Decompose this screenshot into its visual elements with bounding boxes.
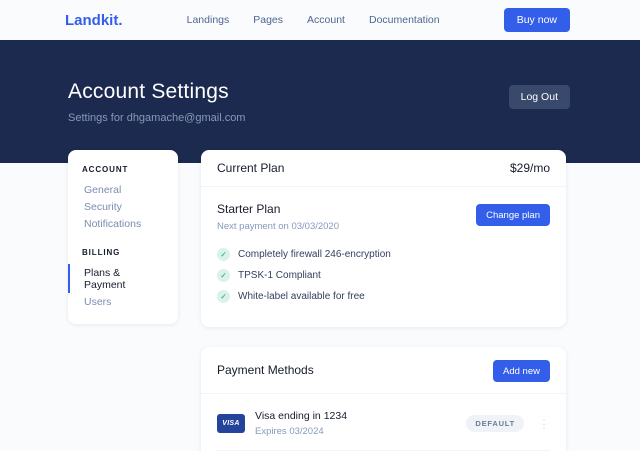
visa-card-icon: VISA <box>217 414 245 433</box>
payment-methods-body: VISA Visa ending in 1234 Expires 03/2024… <box>201 394 566 451</box>
plan-summary-row: Starter Plan Next payment on 03/03/2020 … <box>217 202 550 232</box>
current-plan-header: Current Plan $29/mo <box>201 150 566 186</box>
check-icon <box>217 248 230 261</box>
settings-sidebar: ACCOUNT General Security Notifications B… <box>68 150 178 324</box>
sidebar-item-general[interactable]: General <box>68 181 178 198</box>
payment-method-row-visa: VISA Visa ending in 1234 Expires 03/2024… <box>217 410 550 437</box>
sidebar-item-security[interactable]: Security <box>68 198 178 215</box>
main-nav: Landings Pages Account Documentation <box>187 14 440 26</box>
plan-next-payment: Next payment on 03/03/2020 <box>217 221 339 232</box>
brand-logo[interactable]: Landkit. <box>65 12 123 29</box>
page-title: Account Settings <box>68 80 245 104</box>
logout-button[interactable]: Log Out <box>509 85 570 109</box>
plan-summary-text: Starter Plan Next payment on 03/03/2020 <box>217 202 339 232</box>
current-plan-card: Current Plan $29/mo Starter Plan Next pa… <box>201 150 566 327</box>
payment-methods-card: Payment Methods Add new VISA Visa ending… <box>201 347 566 451</box>
feature-item: TPSK-1 Compliant <box>217 269 550 281</box>
feature-label: Completely firewall 246-encryption <box>238 249 391 260</box>
sidebar-heading-billing: BILLING <box>68 248 178 257</box>
nav-item-landings[interactable]: Landings <box>187 14 230 26</box>
plan-name: Starter Plan <box>217 202 339 216</box>
buy-now-button[interactable]: Buy now <box>504 8 570 32</box>
feature-label: White-label available for free <box>238 291 365 302</box>
page-subtitle: Settings for dhgamache@gmail.com <box>68 112 245 124</box>
nav-item-pages[interactable]: Pages <box>253 14 283 26</box>
more-options-icon[interactable] <box>538 418 550 430</box>
sidebar-item-users[interactable]: Users <box>68 293 178 310</box>
current-plan-title: Current Plan <box>217 161 284 175</box>
add-new-button[interactable]: Add new <box>493 360 550 382</box>
payment-method-expiry: Expires 03/2024 <box>255 426 466 437</box>
plan-features-list: Completely firewall 246-encryption TPSK-… <box>217 248 550 302</box>
settings-main-column: Current Plan $29/mo Starter Plan Next pa… <box>201 150 566 451</box>
sidebar-item-plans-payment[interactable]: Plans & Payment <box>68 264 178 293</box>
check-icon <box>217 290 230 303</box>
payment-method-info: Visa ending in 1234 Expires 03/2024 <box>255 410 466 437</box>
page: Landkit. Landings Pages Account Document… <box>0 0 640 451</box>
current-plan-price: $29/mo <box>510 161 550 175</box>
payment-method-actions: DEFAULT <box>466 415 550 432</box>
top-navbar: Landkit. Landings Pages Account Document… <box>0 0 640 40</box>
default-badge: DEFAULT <box>466 415 524 432</box>
feature-item: Completely firewall 246-encryption <box>217 248 550 260</box>
hero-header: Account Settings Settings for dhgamache@… <box>0 40 640 163</box>
sidebar-heading-account: ACCOUNT <box>68 165 178 174</box>
change-plan-button[interactable]: Change plan <box>476 204 550 226</box>
check-icon <box>217 269 230 282</box>
payment-method-title: Visa ending in 1234 <box>255 410 466 422</box>
main-content: ACCOUNT General Security Notifications B… <box>0 150 640 451</box>
current-plan-body: Starter Plan Next payment on 03/03/2020 … <box>201 187 566 327</box>
feature-item: White-label available for free <box>217 290 550 302</box>
payment-methods-header: Payment Methods Add new <box>201 347 566 393</box>
feature-label: TPSK-1 Compliant <box>238 270 321 281</box>
payment-methods-title: Payment Methods <box>217 363 314 377</box>
sidebar-item-notifications[interactable]: Notifications <box>68 215 178 232</box>
hero-text: Account Settings Settings for dhgamache@… <box>68 80 245 124</box>
nav-item-documentation[interactable]: Documentation <box>369 14 440 26</box>
nav-item-account[interactable]: Account <box>307 14 345 26</box>
